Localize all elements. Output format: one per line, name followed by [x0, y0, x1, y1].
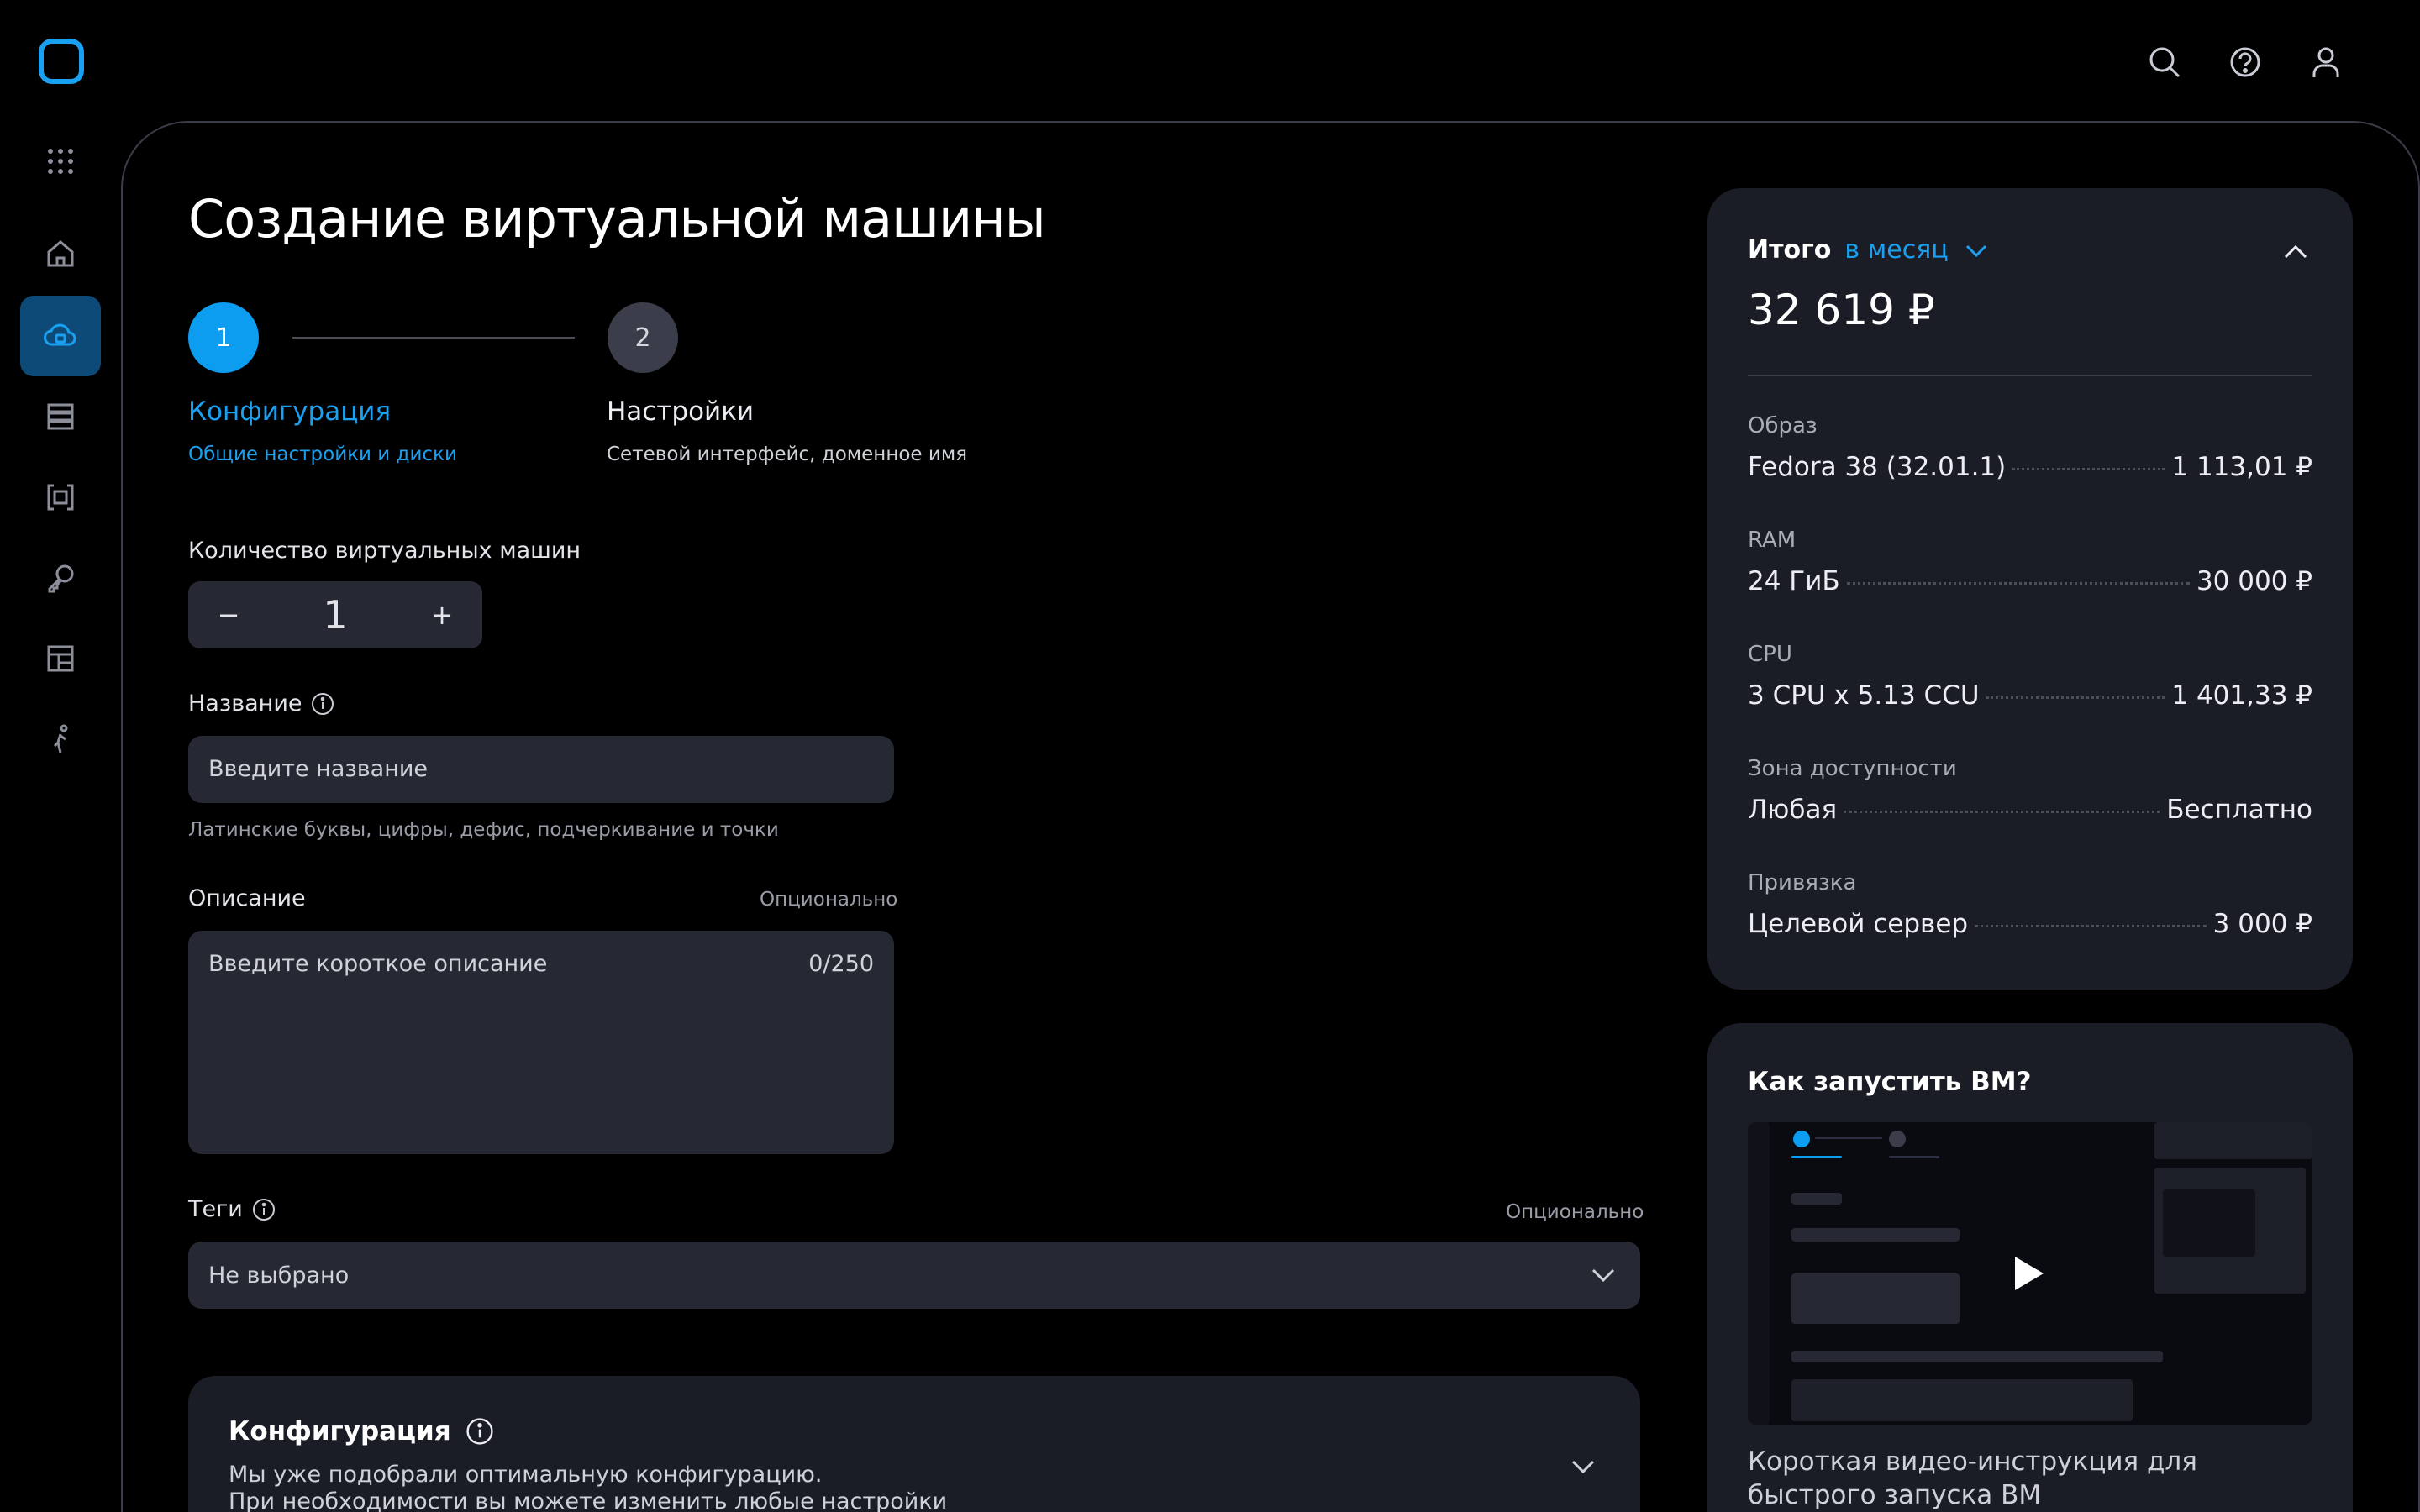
play-icon[interactable]	[2015, 1257, 2044, 1290]
chevron-down-icon	[1591, 1268, 1615, 1283]
description-placeholder: Введите короткое описание	[208, 951, 548, 977]
key-wrench-icon[interactable]	[20, 538, 101, 618]
step-connector	[292, 337, 575, 339]
summary-row-caption: Привязка	[1748, 870, 1857, 895]
summary-row: Привязка Целевой сервер 3 000 ₽	[1748, 870, 2312, 939]
chevron-down-icon[interactable]	[1962, 236, 1991, 265]
search-icon[interactable]	[2143, 40, 2186, 84]
step-2-indicator[interactable]: 2	[608, 302, 678, 373]
summary-row-name: 3 CPU x 5.13 CCU	[1748, 680, 1980, 711]
summary-row: Зона доступности Любая Бесплатно	[1748, 756, 2312, 825]
vm-count-value[interactable]: 1	[323, 592, 347, 638]
page-title: Создание виртуальной машины	[188, 188, 1046, 249]
increment-button[interactable]: +	[425, 599, 459, 631]
summary-header: Итого в месяц	[1748, 235, 1991, 265]
home-icon[interactable]	[20, 213, 101, 294]
decrement-button[interactable]: −	[212, 599, 245, 631]
chevron-up-icon[interactable]	[2279, 235, 2312, 269]
step-2-title[interactable]: Настройки	[607, 396, 754, 427]
tags-optional: Опционально	[1506, 1201, 1644, 1223]
description-optional: Опционально	[760, 889, 898, 911]
chevron-down-icon[interactable]	[1566, 1450, 1600, 1483]
summary-row-name: Любая	[1748, 795, 1838, 825]
summary-row-price: 1 401,33 ₽	[2171, 680, 2312, 711]
summary-row-name: Fedora 38 (32.01.1)	[1748, 452, 2007, 482]
summary-row-name: Целевой сервер	[1748, 909, 1969, 939]
frame-icon[interactable]	[20, 457, 101, 538]
summary-row-price: 30 000 ₽	[2196, 566, 2312, 596]
step-2-subtitle: Сетевой интерфейс, доменное имя	[607, 444, 968, 465]
layout-icon[interactable]	[20, 618, 101, 699]
summary-title: Итого	[1748, 235, 1832, 265]
name-label-row: Название	[188, 690, 335, 717]
info-icon[interactable]	[465, 1416, 495, 1446]
step-1-title[interactable]: Конфигурация	[188, 396, 391, 427]
video-title: Как запустить ВМ?	[1748, 1067, 2032, 1097]
name-input[interactable]: Введите название	[188, 736, 894, 803]
database-icon[interactable]	[20, 376, 101, 457]
summary-row-price: 3 000 ₽	[2212, 909, 2312, 939]
step-1-subtitle: Общие настройки и диски	[188, 444, 457, 465]
config-card[interactable]: Конфигурация Мы уже подобрали оптимальну…	[188, 1376, 1640, 1512]
summary-row: CPU 3 CPU x 5.13 CCU 1 401,33 ₽	[1748, 642, 2312, 711]
help-icon[interactable]	[2223, 40, 2267, 84]
summary-row-caption: CPU	[1748, 642, 1792, 667]
apps-grid-icon[interactable]	[20, 121, 101, 202]
tags-label: Теги	[188, 1196, 243, 1222]
summary-row-price: Бесплатно	[2166, 795, 2312, 825]
info-icon[interactable]	[251, 1197, 276, 1222]
brand-logo[interactable]	[39, 39, 84, 84]
tags-value: Не выбрано	[208, 1262, 350, 1289]
config-title: Конфигурация	[229, 1416, 451, 1446]
tags-label-row: Теги	[188, 1196, 276, 1222]
name-label: Название	[188, 690, 302, 717]
summary-total: 32 619 ₽	[1748, 286, 1935, 334]
summary-row-caption: RAM	[1748, 528, 1797, 553]
config-description: Мы уже подобрали оптимальную конфигураци…	[229, 1462, 947, 1512]
cloud-compute-icon[interactable]	[20, 296, 101, 376]
summary-row-caption: Образ	[1748, 413, 1818, 438]
step-1-indicator[interactable]: 1	[188, 302, 259, 373]
video-player[interactable]	[1748, 1122, 2312, 1425]
period-select[interactable]: в месяц	[1844, 235, 1948, 265]
video-card: Как запустить ВМ? Короткая видео-инструк…	[1707, 1023, 2353, 1512]
video-description: Короткая видео-инструкция для быстрого з…	[1748, 1446, 2197, 1510]
info-icon[interactable]	[310, 691, 335, 717]
config-line-2: При необходимости вы можете изменить люб…	[229, 1488, 948, 1512]
summary-row: Образ Fedora 38 (32.01.1) 1 113,01 ₽	[1748, 413, 2312, 482]
person-walk-icon[interactable]	[20, 699, 101, 780]
name-hint: Латинские буквы, цифры, дефис, подчеркив…	[188, 819, 779, 841]
config-line-1: Мы уже подобрали оптимальную конфигураци…	[229, 1462, 823, 1488]
config-title-row: Конфигурация	[229, 1416, 495, 1446]
description-textarea[interactable]: Введите короткое описание 0/250	[188, 931, 894, 1154]
description-label: Описание	[188, 885, 306, 911]
summary-card: Итого в месяц 32 619 ₽ Образ Fedora 38 (…	[1707, 188, 2353, 990]
vm-count-stepper: − 1 +	[188, 581, 482, 648]
vm-count-label: Количество виртуальных машин	[188, 538, 581, 564]
summary-row-caption: Зона доступности	[1748, 756, 1957, 781]
tags-select[interactable]: Не выбрано	[188, 1242, 1640, 1309]
summary-row: RAM 24 ГиБ 30 000 ₽	[1748, 528, 2312, 596]
description-counter: 0/250	[808, 951, 874, 977]
user-icon[interactable]	[2304, 40, 2348, 84]
divider	[1748, 375, 2312, 376]
summary-row-price: 1 113,01 ₽	[2171, 452, 2312, 482]
summary-row-name: 24 ГиБ	[1748, 566, 1840, 596]
